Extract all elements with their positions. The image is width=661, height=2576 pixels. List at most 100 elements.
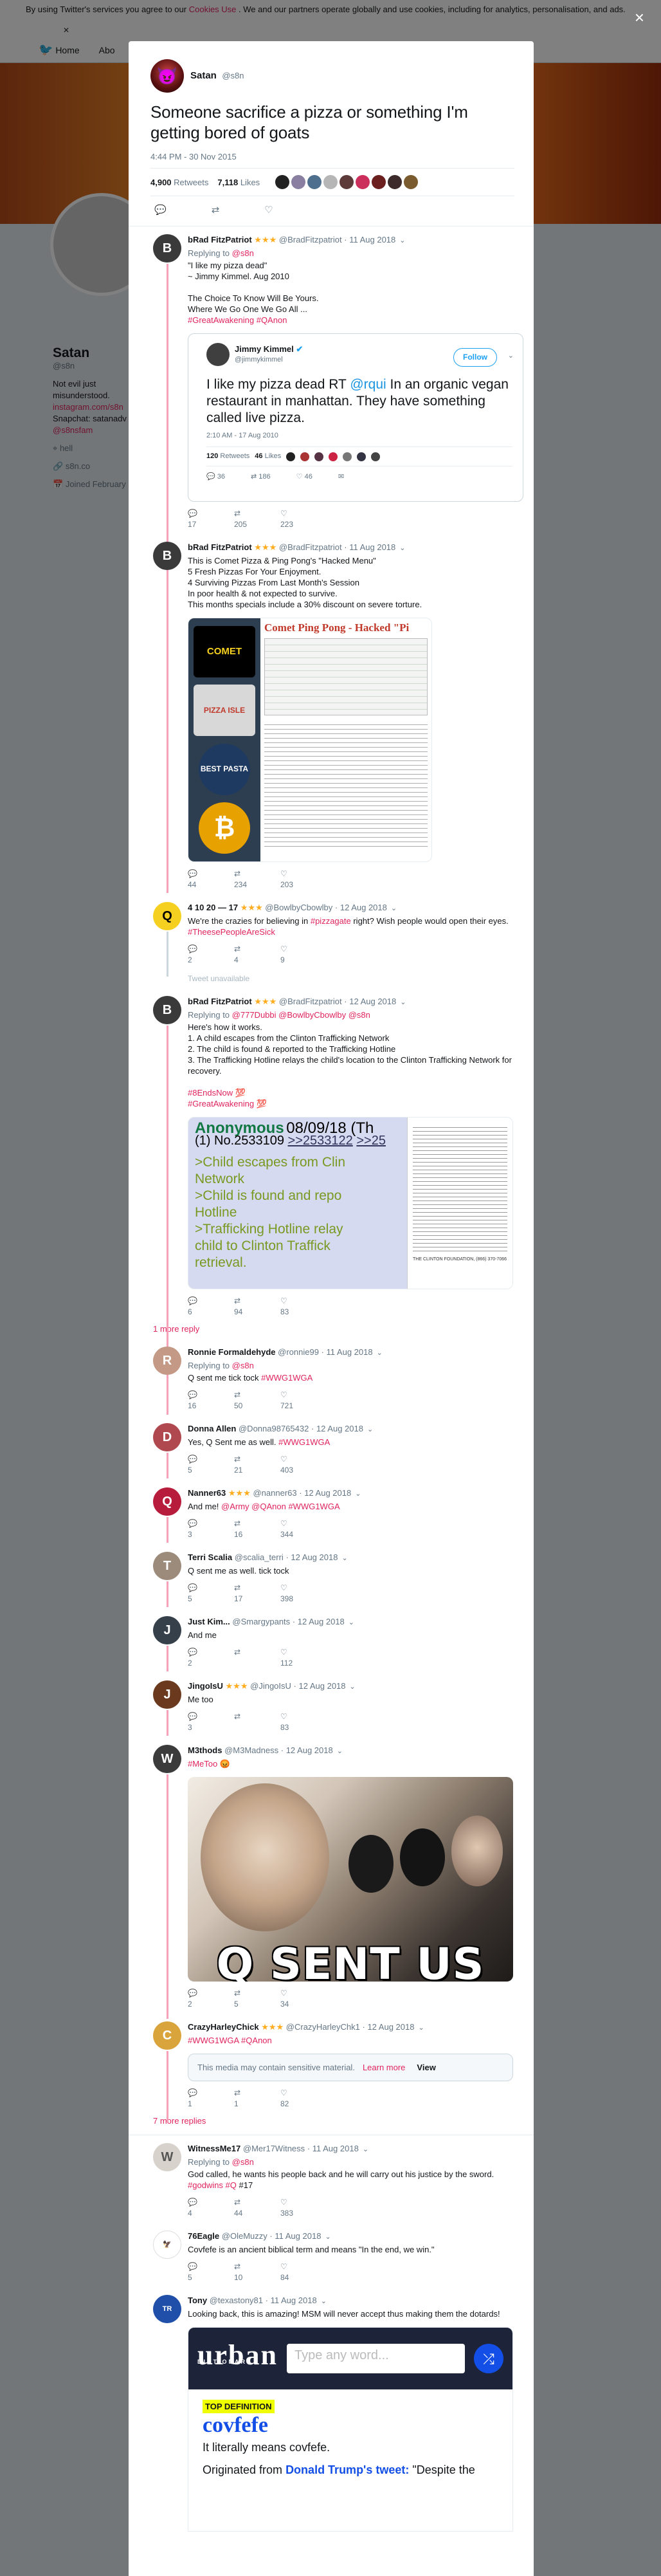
reply-tweet[interactable]: TR Tony @texastony81 · 11 Aug 2018 ⌄ Look… <box>129 2287 534 2535</box>
author-name[interactable]: Satan <box>190 70 217 81</box>
reply-button[interactable]: 💬2 <box>188 944 234 966</box>
avatar[interactable]: Q <box>153 902 181 930</box>
chevron-down-icon[interactable]: ⌄ <box>418 2024 424 2032</box>
author-handle[interactable]: @scalia_terri <box>235 1552 284 1562</box>
tweet-time[interactable]: 12 Aug 2018 <box>304 1488 351 1498</box>
tweet-timestamp[interactable]: 4:44 PM - 30 Nov 2015 <box>150 152 514 161</box>
avatar[interactable]: TR <box>153 2295 181 2323</box>
reply-tweet[interactable]: B bRad FitzPatriot ★★★ @BradFitzpatriot … <box>129 988 534 1386</box>
author-handle[interactable]: @BowlbyCbowlby <box>265 903 332 912</box>
chevron-down-icon[interactable]: ⌄ <box>400 998 406 1006</box>
avatar[interactable]: 😈 <box>150 59 184 93</box>
reply-tweet[interactable]: B bRad FitzPatriot ★★★ @BradFitzpatriot … <box>129 226 534 611</box>
reply-icon[interactable]: 💬 <box>154 204 167 216</box>
quoted-tweet[interactable]: Jimmy Kimmel ✔ @jimmykimmel Follow ⌄ I l… <box>188 333 523 502</box>
author-name[interactable]: M3thods <box>188 1745 222 1755</box>
author-handle[interactable]: @BradFitzpatriot <box>279 235 342 244</box>
liker-avatar[interactable] <box>291 175 306 189</box>
close-icon[interactable]: × <box>635 9 644 26</box>
avatar[interactable]: J <box>153 1616 181 1644</box>
chevron-down-icon[interactable]: ⌄ <box>367 1426 373 1433</box>
hashtag[interactable]: #GreatAwakening <box>188 1099 254 1109</box>
like-button[interactable]: ♡84 <box>280 2261 327 2283</box>
retweet-icon[interactable]: ⇄ 186 <box>251 472 271 483</box>
quoted-author-handle[interactable]: @jimmykimmel <box>235 354 303 365</box>
retweet-button[interactable]: ⇄1 <box>234 2088 280 2110</box>
like-button[interactable]: ♡398 <box>280 1583 327 1605</box>
tweet-image[interactable]: Anonymous 08/09/18 (Th (1) No.2533109 >>… <box>188 1117 513 1289</box>
avatar[interactable]: R <box>153 1347 181 1375</box>
tweet-time[interactable]: 12 Aug 2018 <box>291 1552 338 1562</box>
likes-stat[interactable]: 7,118 Likes <box>217 178 260 187</box>
author-name[interactable]: bRad FitzPatriot <box>188 542 252 552</box>
author-handle[interactable]: @CrazyHarleyChk1 <box>286 2022 360 2032</box>
author-name[interactable]: WitnessMe17 <box>188 2144 240 2153</box>
like-button[interactable]: ♡203 <box>280 869 327 890</box>
tweet-time[interactable]: 12 Aug 2018 <box>299 1681 346 1691</box>
tweet-image[interactable]: urban DICTIONARY Type any word... ⤮ TOP D… <box>188 2327 513 2532</box>
author-name[interactable]: Terri Scalia <box>188 1552 232 1562</box>
retweet-button[interactable]: ⇄ <box>234 1711 280 1733</box>
hashtag[interactable]: #8EndsNow <box>188 1088 233 1098</box>
chevron-down-icon[interactable]: ⌄ <box>355 1490 361 1498</box>
reply-tweet[interactable]: T Terri Scalia @scalia_terri · 12 Aug 20… <box>129 1544 534 1608</box>
retweet-button[interactable]: ⇄4 <box>234 944 280 966</box>
chevron-down-icon[interactable]: ⌄ <box>341 1554 347 1562</box>
chevron-down-icon[interactable]: ⌄ <box>325 2233 330 2241</box>
learn-more-link[interactable]: Learn more <box>363 2062 405 2073</box>
reply-tweet[interactable]: D Donna Allen @Donna98765432 · 12 Aug 20… <box>129 1415 534 1480</box>
author-handle[interactable]: @JingoIsU <box>250 1681 291 1691</box>
quoted-author-name[interactable]: Jimmy Kimmel ✔ <box>235 344 303 354</box>
avatar[interactable]: C <box>153 2021 181 2050</box>
liker-avatar[interactable] <box>323 175 338 189</box>
chevron-down-icon[interactable]: ⌄ <box>349 1619 354 1626</box>
retweet-button[interactable]: ⇄94 <box>234 1296 280 1318</box>
follow-button[interactable]: Follow <box>453 348 497 367</box>
chevron-down-icon[interactable]: ⌄ <box>399 544 405 552</box>
reply-tweet[interactable]: J JingoIsU ★★★ @JingoIsU · 12 Aug 2018 ⌄ … <box>129 1673 534 1737</box>
avatar[interactable]: Q <box>153 1487 181 1516</box>
reply-tweet[interactable]: J Just Kim... @Smargypants · 12 Aug 2018… <box>129 1608 534 1673</box>
avatar[interactable]: B <box>153 234 181 262</box>
avatar[interactable]: W <box>153 1745 181 1773</box>
mail-icon[interactable]: ✉ <box>338 472 344 483</box>
chevron-down-icon[interactable]: ⌄ <box>337 1747 343 1755</box>
liker-avatar[interactable] <box>275 175 290 189</box>
author-name[interactable]: 4 10 20 — 17 <box>188 903 238 912</box>
author-name[interactable]: bRad FitzPatriot <box>188 997 252 1006</box>
avatar[interactable] <box>206 343 230 366</box>
avatar[interactable]: J <box>153 1680 181 1709</box>
tweet-time[interactable]: 11 Aug 2018 <box>349 542 395 552</box>
tweet-time[interactable]: 12 Aug 2018 <box>367 2022 414 2032</box>
avatar[interactable]: W <box>153 2143 181 2171</box>
cookies-use-link[interactable]: Cookies Use <box>189 5 237 14</box>
author-handle[interactable]: @Mer17Witness <box>243 2144 305 2153</box>
tweet-image[interactable]: Q SENT US <box>188 1777 513 1982</box>
nav-home[interactable]: 🐦 Home <box>39 43 80 57</box>
view-button[interactable]: View <box>417 2062 435 2073</box>
retweet-button[interactable]: ⇄16 <box>234 1518 280 1540</box>
like-button[interactable]: ♡34 <box>280 1988 327 2010</box>
chevron-down-icon[interactable]: ⌄ <box>321 2297 327 2305</box>
liker-avatar[interactable] <box>404 175 419 189</box>
tweet-time[interactable]: 12 Aug 2018 <box>316 1424 363 1433</box>
chevron-down-icon[interactable]: ⌄ <box>350 1683 356 1691</box>
author-handle[interactable]: @BradFitzpatriot <box>279 997 342 1006</box>
like-button[interactable]: ♡223 <box>280 508 327 530</box>
author-name[interactable]: 76Eagle <box>188 2231 219 2241</box>
reply-button[interactable]: 💬16 <box>188 1390 234 1412</box>
author-handle[interactable]: @ronnie99 <box>278 1347 319 1357</box>
hashtags[interactable]: #GreatAwakening #QAnon <box>188 315 523 326</box>
author-name[interactable]: Ronnie Formaldehyde <box>188 1347 276 1357</box>
author-name[interactable]: Tony <box>188 2295 207 2305</box>
tweet-time[interactable]: 11 Aug 2018 <box>349 235 395 244</box>
chevron-down-icon[interactable]: ⌄ <box>391 905 397 912</box>
reply-tweet[interactable]: B bRad FitzPatriot ★★★ @BradFitzpatriot … <box>129 534 534 894</box>
author-handle[interactable]: @nanner63 <box>253 1488 296 1498</box>
tweet-text[interactable]: #WWG1WGA #QAnon <box>188 2035 523 2046</box>
retweet-button[interactable]: ⇄21 <box>234 1454 280 1476</box>
retweet-button[interactable]: ⇄17 <box>234 1583 280 1605</box>
reply-button[interactable]: 💬4 <box>188 2197 234 2219</box>
like-button[interactable]: ♡721 <box>280 1390 327 1412</box>
nav-about[interactable]: Abo <box>99 45 115 55</box>
